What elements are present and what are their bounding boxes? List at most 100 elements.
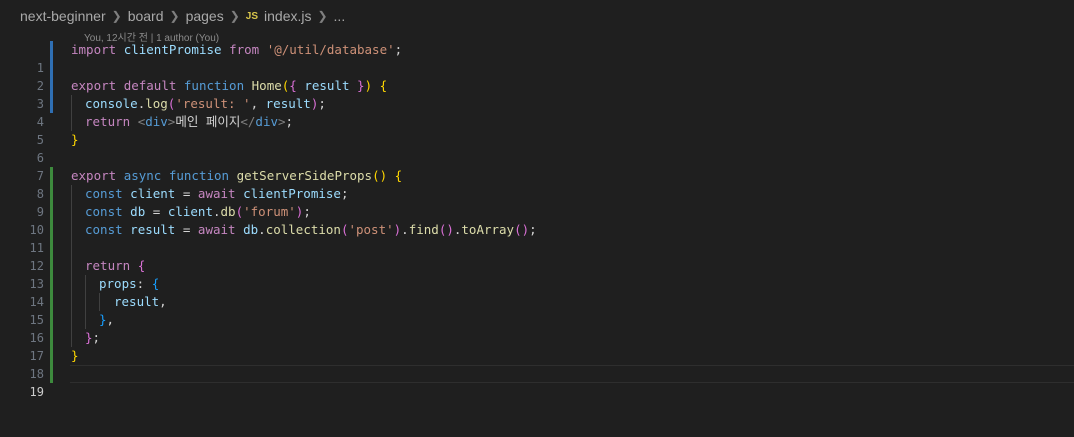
code-line-7[interactable]: 7 (0, 149, 1074, 183)
string-literal: 'result: ' (175, 96, 251, 111)
indent-guide (71, 275, 72, 293)
code-line-19[interactable]: 19 (0, 365, 1074, 399)
breadcrumb-item-file[interactable]: index.js (264, 8, 311, 24)
punctuation: : (136, 276, 145, 291)
code-editor[interactable]: 1 import clientPromise from '@/util/data… (0, 41, 1074, 399)
bracket: { (151, 276, 160, 291)
indent-guide (71, 293, 72, 311)
function-name: toArray (461, 222, 515, 237)
breadcrumb-item-symbols[interactable]: ... (334, 8, 346, 24)
bracket: ( (235, 204, 244, 219)
jsx-tag: div (255, 114, 278, 129)
keyword: async (123, 168, 162, 183)
punctuation: ; (394, 42, 403, 57)
punctuation: , (250, 96, 259, 111)
function-name: collection (265, 222, 341, 237)
punctuation: ; (340, 186, 349, 201)
keyword: const (85, 186, 123, 201)
jsx-tag: div (145, 114, 168, 129)
breadcrumb-item-board[interactable]: board (128, 8, 164, 24)
keyword: function (183, 78, 245, 93)
code-line-13[interactable]: 13 return { (0, 257, 1074, 291)
punctuation: . (212, 204, 221, 219)
added-line-indicator (50, 311, 53, 329)
code-line-16[interactable]: 16 }, (0, 311, 1074, 345)
function-name: getServerSideProps (236, 168, 373, 183)
bracket: () (514, 222, 530, 237)
indent-guide (71, 95, 72, 113)
keyword: await (197, 222, 236, 237)
indent-guide (71, 203, 72, 221)
identifier: console (85, 96, 138, 111)
punctuation: ; (285, 114, 294, 129)
bracket: } (71, 348, 79, 363)
code-line-8[interactable]: 8 export async function getServerSidePro… (0, 167, 1074, 201)
modified-line-indicator (50, 95, 53, 113)
identifier: client (130, 186, 176, 201)
code-line-3[interactable]: 3 export default function Home({ result … (0, 77, 1074, 111)
punctuation: ; (92, 330, 101, 345)
function-name: Home (251, 78, 282, 93)
code-line-18[interactable]: 18 } (0, 347, 1074, 381)
bracket: { (379, 78, 388, 93)
code-line-10[interactable]: 10 const db = client.db('forum'); (0, 203, 1074, 237)
added-line-indicator (50, 167, 53, 185)
keyword: default (123, 78, 177, 93)
added-line-indicator (50, 275, 53, 293)
bracket: } (357, 78, 365, 93)
code-line-6[interactable]: 6 } (0, 131, 1074, 165)
keyword: await (197, 186, 236, 201)
added-line-indicator (50, 329, 53, 347)
chevron-right-icon: ❯ (229, 9, 240, 23)
chevron-right-icon: ❯ (169, 9, 180, 23)
identifier: result (114, 294, 160, 309)
code-line-5[interactable]: 5 return <div>메인 페이지</div>; (0, 113, 1074, 147)
indent-guide (71, 221, 72, 239)
punctuation: , (106, 312, 115, 327)
breadcrumb-item-project[interactable]: next-beginner (20, 8, 106, 24)
function-name: db (220, 204, 236, 219)
identifier: db (130, 204, 146, 219)
bracket: { (289, 78, 297, 93)
code-line-1[interactable]: 1 import clientPromise from '@/util/data… (0, 41, 1074, 75)
identifier: clientPromise (243, 186, 341, 201)
code-line-2[interactable]: 2 (0, 59, 1074, 93)
added-line-indicator (50, 347, 53, 365)
keyword: import (71, 42, 117, 57)
added-line-indicator (50, 365, 53, 383)
chevron-right-icon: ❯ (111, 9, 122, 23)
punctuation: ; (318, 96, 326, 111)
indent-guide (71, 185, 72, 203)
identifier: result (130, 222, 176, 237)
bracket: () (372, 168, 388, 183)
breadcrumb: next-beginner ❯ board ❯ pages ❯ JS index… (0, 0, 1074, 32)
punctuation: . (401, 222, 409, 237)
code-line-14[interactable]: 14 props: { (0, 275, 1074, 309)
indent-guide (71, 113, 72, 131)
operator: = (182, 186, 191, 201)
added-line-indicator (50, 257, 53, 275)
keyword: return (85, 258, 131, 273)
code-line-4[interactable]: 4 console.log('result: ', result); (0, 95, 1074, 129)
keyword: from (229, 42, 260, 57)
added-line-indicator (50, 221, 53, 239)
indent-guide (85, 275, 86, 293)
identifier: result (304, 78, 350, 93)
object-key: props (99, 276, 137, 291)
added-line-indicator (50, 203, 53, 221)
chevron-right-icon: ❯ (317, 9, 328, 23)
code-line-9[interactable]: 9 const client = await clientPromise; (0, 185, 1074, 219)
identifier: result (265, 96, 311, 111)
jsx-text: 메인 페이지 (175, 114, 241, 129)
bracket: { (137, 258, 146, 273)
punctuation: ; (303, 204, 311, 219)
indent-guide (71, 311, 72, 329)
string-literal: 'post' (348, 222, 394, 237)
punctuation: . (258, 222, 266, 237)
javascript-file-icon: JS (245, 10, 259, 22)
code-line-11[interactable]: 11 const result = await db.collection('p… (0, 221, 1074, 255)
code-line-12[interactable]: 12 (0, 239, 1074, 273)
code-line-17[interactable]: 17 }; (0, 329, 1074, 363)
code-line-15[interactable]: 15 result, (0, 293, 1074, 327)
breadcrumb-item-pages[interactable]: pages (186, 8, 224, 24)
